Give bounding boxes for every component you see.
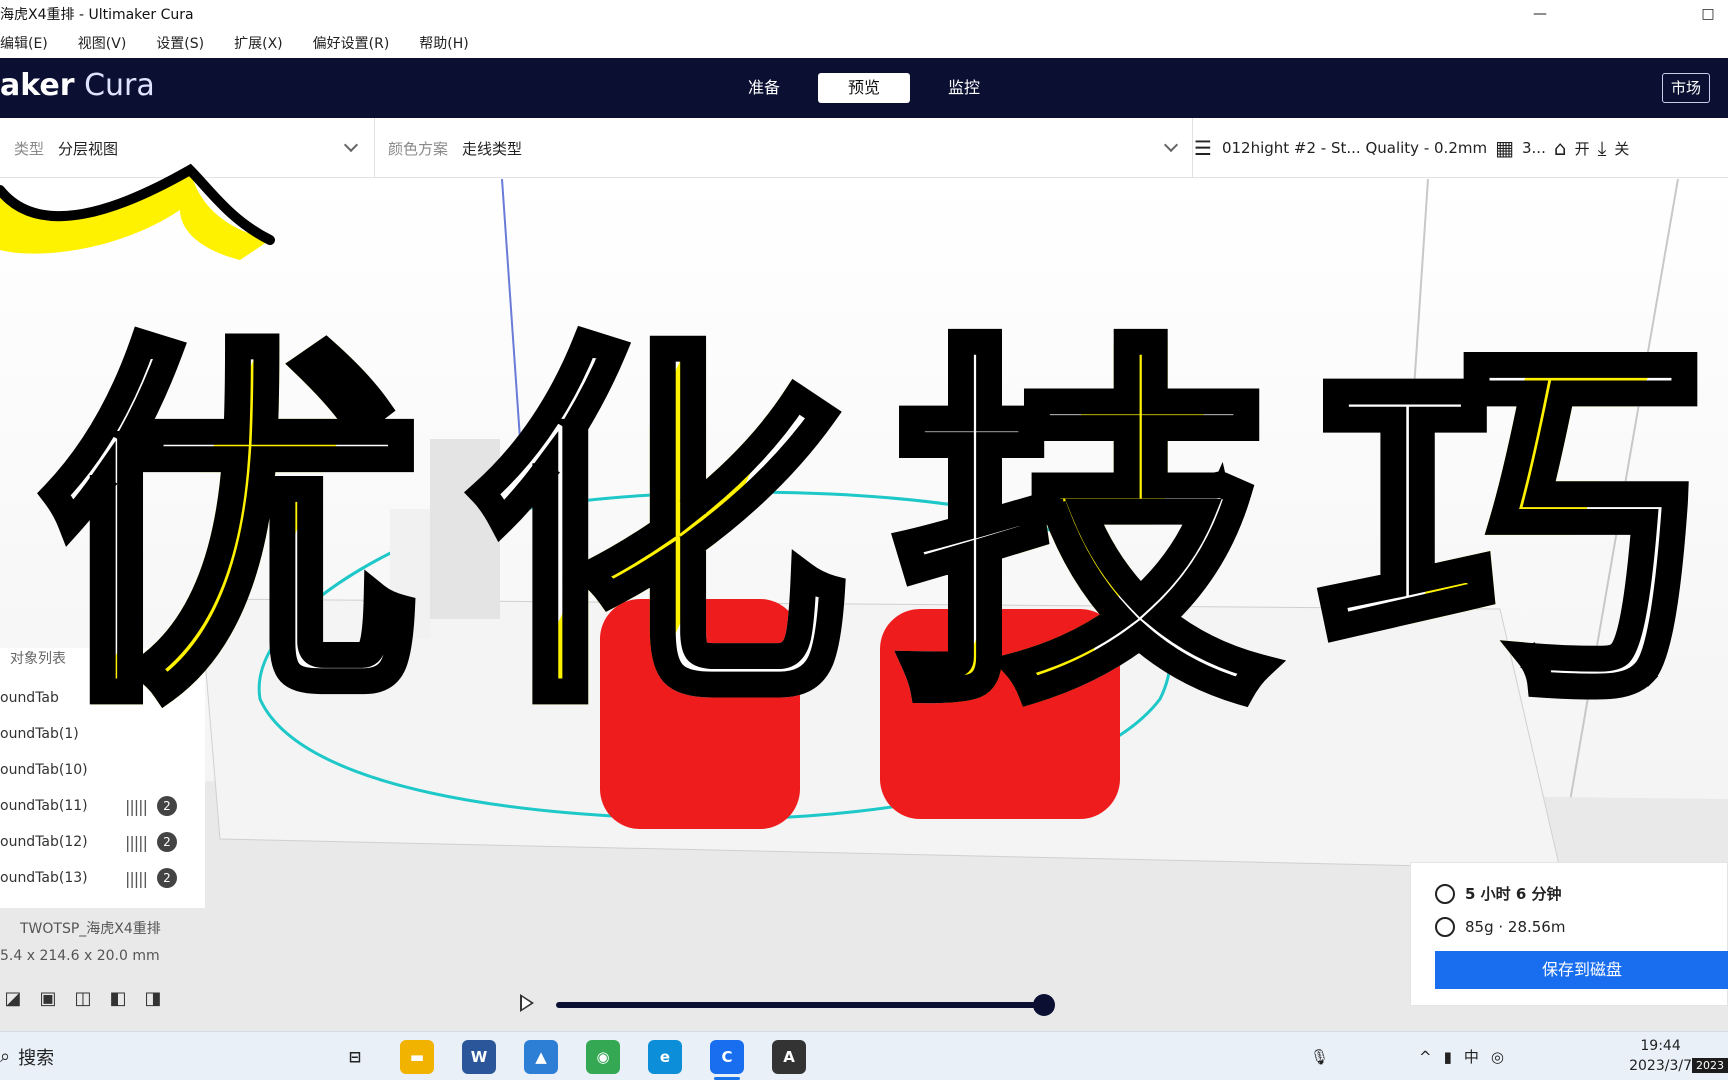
- taskbar-search[interactable]: ⌕ 搜索: [0, 1032, 54, 1080]
- brand-logo: aker Cura: [0, 68, 155, 103]
- list-item[interactable]: oundTab(12) ||||| 2: [0, 824, 205, 860]
- project-name: TWOTSP_海虎X4重排: [20, 921, 161, 937]
- edge-icon[interactable]: e: [648, 1040, 682, 1074]
- view-3d-icon[interactable]: ◪: [0, 988, 26, 1012]
- marketplace-button[interactable]: 市场: [1661, 73, 1710, 103]
- battery-icon[interactable]: ▮: [1444, 1048, 1452, 1066]
- search-label: 搜索: [18, 1047, 55, 1069]
- list-item[interactable]: oundTab: [0, 680, 205, 716]
- menu-help[interactable]: 帮助(H): [419, 33, 468, 53]
- chevron-down-icon[interactable]: [343, 137, 359, 153]
- color-scheme-label: 颜色方案: [388, 139, 449, 158]
- menu-bar: 编辑(E) 视图(V) 设置(S) 扩展(X) 偏好设置(R) 帮助(H): [0, 28, 1728, 58]
- save-to-disk-button[interactable]: 保存到磁盘: [1435, 951, 1728, 989]
- list-item[interactable]: oundTab(11) ||||| 2: [0, 788, 205, 824]
- search-icon: ⌕: [0, 1046, 11, 1067]
- menu-settings[interactable]: 设置(S): [156, 33, 204, 53]
- object-name: oundTab(10): [0, 762, 88, 778]
- task-view-icon[interactable]: ⊟: [338, 1040, 372, 1074]
- clock[interactable]: 19:44 2023/3/7: [1629, 1036, 1692, 1076]
- print-time: 5 小时 6 分钟: [1465, 885, 1562, 903]
- material-usage: 85g · 28.56m: [1465, 918, 1566, 936]
- date-badge: 2023: [1692, 1058, 1728, 1073]
- object-name: oundTab: [0, 690, 59, 706]
- clock-time: 19:44: [1640, 1038, 1681, 1054]
- maximize-button[interactable]: □: [1688, 0, 1728, 28]
- infill-icon: ▦: [1495, 136, 1514, 160]
- color-scheme-value: 走线类型: [462, 139, 523, 158]
- ime-icon[interactable]: 中: [1464, 1046, 1479, 1067]
- object-name: oundTab(1): [0, 726, 79, 742]
- decorative-swoosh: [0, 163, 275, 260]
- adhesion-icon: ⤓: [1597, 136, 1607, 160]
- list-item[interactable]: oundTab(10): [0, 752, 205, 788]
- brand-name-light: Cura: [84, 68, 155, 103]
- brand-name-bold: aker: [0, 68, 75, 103]
- tab-monitor[interactable]: 监控: [918, 73, 1010, 103]
- layer-slider-track[interactable]: [556, 1002, 1044, 1008]
- clock-icon: [1435, 883, 1455, 904]
- tab-preview[interactable]: 预览: [818, 73, 910, 103]
- chevron-up-icon[interactable]: ^: [1419, 1048, 1432, 1066]
- object-list-panel: 对象列表 oundTab oundTab(1) oundTab(10) ound…: [0, 648, 205, 908]
- extruder-badge: 2: [156, 868, 177, 888]
- spool-icon: [1435, 917, 1455, 937]
- extruder-badge: 2: [156, 796, 177, 816]
- minimize-button[interactable]: —: [1520, 0, 1560, 28]
- chrome-icon[interactable]: ◉: [586, 1040, 620, 1074]
- list-item[interactable]: oundTab(13) ||||| 2: [0, 860, 205, 896]
- menu-edit[interactable]: 编辑(E): [0, 33, 48, 53]
- menu-preferences[interactable]: 偏好设置(R): [313, 33, 390, 53]
- extruder-bars-icon: |||||: [125, 832, 148, 852]
- object-list-header[interactable]: 对象列表: [10, 648, 66, 668]
- taskbar: ⌕ 搜索 ⊟ ▬ W ▲ ◉ e C A 🎙 ^ ▮ 中 ◎ 19:44 2023/3/7 2…: [0, 1031, 1728, 1080]
- app-header: aker Cura 准备 预览 监控 市场: [0, 58, 1728, 118]
- notification-icon[interactable]: ◎: [1491, 1048, 1504, 1066]
- object-name: oundTab(13): [0, 870, 88, 886]
- view-front-icon[interactable]: ▣: [35, 988, 61, 1012]
- photos-icon[interactable]: ▲: [524, 1040, 558, 1074]
- print-info-panel: 5 小时 6 分钟 85g · 28.56m 保存到磁盘: [1410, 862, 1728, 1006]
- title-bar: 海虎X4重排 - Ultimaker Cura — □: [0, 0, 1728, 28]
- file-explorer-icon[interactable]: ▬: [400, 1040, 434, 1074]
- window-title: 海虎X4重排 - Ultimaker Cura: [0, 7, 194, 23]
- divider: [1192, 118, 1193, 178]
- object-name: oundTab(12): [0, 834, 88, 850]
- list-item[interactable]: oundTab(1): [0, 716, 205, 752]
- chevron-down-icon[interactable]: [1163, 137, 1179, 153]
- view-top-icon[interactable]: ◫: [70, 988, 96, 1012]
- clock-date: 2023/3/7: [1629, 1058, 1692, 1074]
- support-icon: ⌂: [1553, 136, 1567, 160]
- menu-extensions[interactable]: 扩展(X): [234, 33, 283, 53]
- play-icon[interactable]: [520, 994, 534, 1012]
- extruder-bars-icon: |||||: [125, 868, 148, 888]
- print-settings-button[interactable]: ☰ 012hight #2 - St... Quality - 0.2mm ▦ …: [1194, 118, 1629, 178]
- sliders-icon: ☰: [1194, 136, 1212, 160]
- extruder-badge: 2: [156, 832, 177, 852]
- mic-icon[interactable]: 🎙: [1310, 1048, 1329, 1066]
- extruder-bars-icon: |||||: [125, 796, 148, 816]
- color-scheme-select[interactable]: 颜色方案 走线类型: [388, 118, 522, 178]
- word-icon[interactable]: W: [462, 1040, 496, 1074]
- print-time-row: 5 小时 6 分钟: [1435, 883, 1562, 904]
- profile-name: 012hight #2 - St... Quality - 0.2mm: [1221, 139, 1488, 157]
- adhesion-value: 关: [1614, 139, 1630, 158]
- object-name: oundTab(11): [0, 798, 88, 814]
- support-value: 开: [1574, 139, 1590, 158]
- view-right-icon[interactable]: ◨: [140, 988, 166, 1012]
- layer-slider-handle[interactable]: [1033, 994, 1055, 1016]
- tab-prepare[interactable]: 准备: [718, 73, 810, 103]
- app-icon[interactable]: A: [772, 1040, 806, 1074]
- material-row: 85g · 28.56m: [1435, 917, 1565, 937]
- infill-value: 3...: [1522, 139, 1546, 157]
- camera-view-buttons: ◪ ▣ ◫ ◧ ◨: [0, 988, 175, 1012]
- system-tray: 🎙 ^ ▮ 中 ◎: [1310, 1032, 1504, 1080]
- view-left-icon[interactable]: ◧: [105, 988, 131, 1012]
- divider: [374, 118, 375, 178]
- cura-icon[interactable]: C: [710, 1040, 744, 1080]
- model-dimensions: 5.4 x 214.6 x 20.0 mm: [0, 948, 160, 964]
- menu-view[interactable]: 视图(V): [78, 33, 127, 53]
